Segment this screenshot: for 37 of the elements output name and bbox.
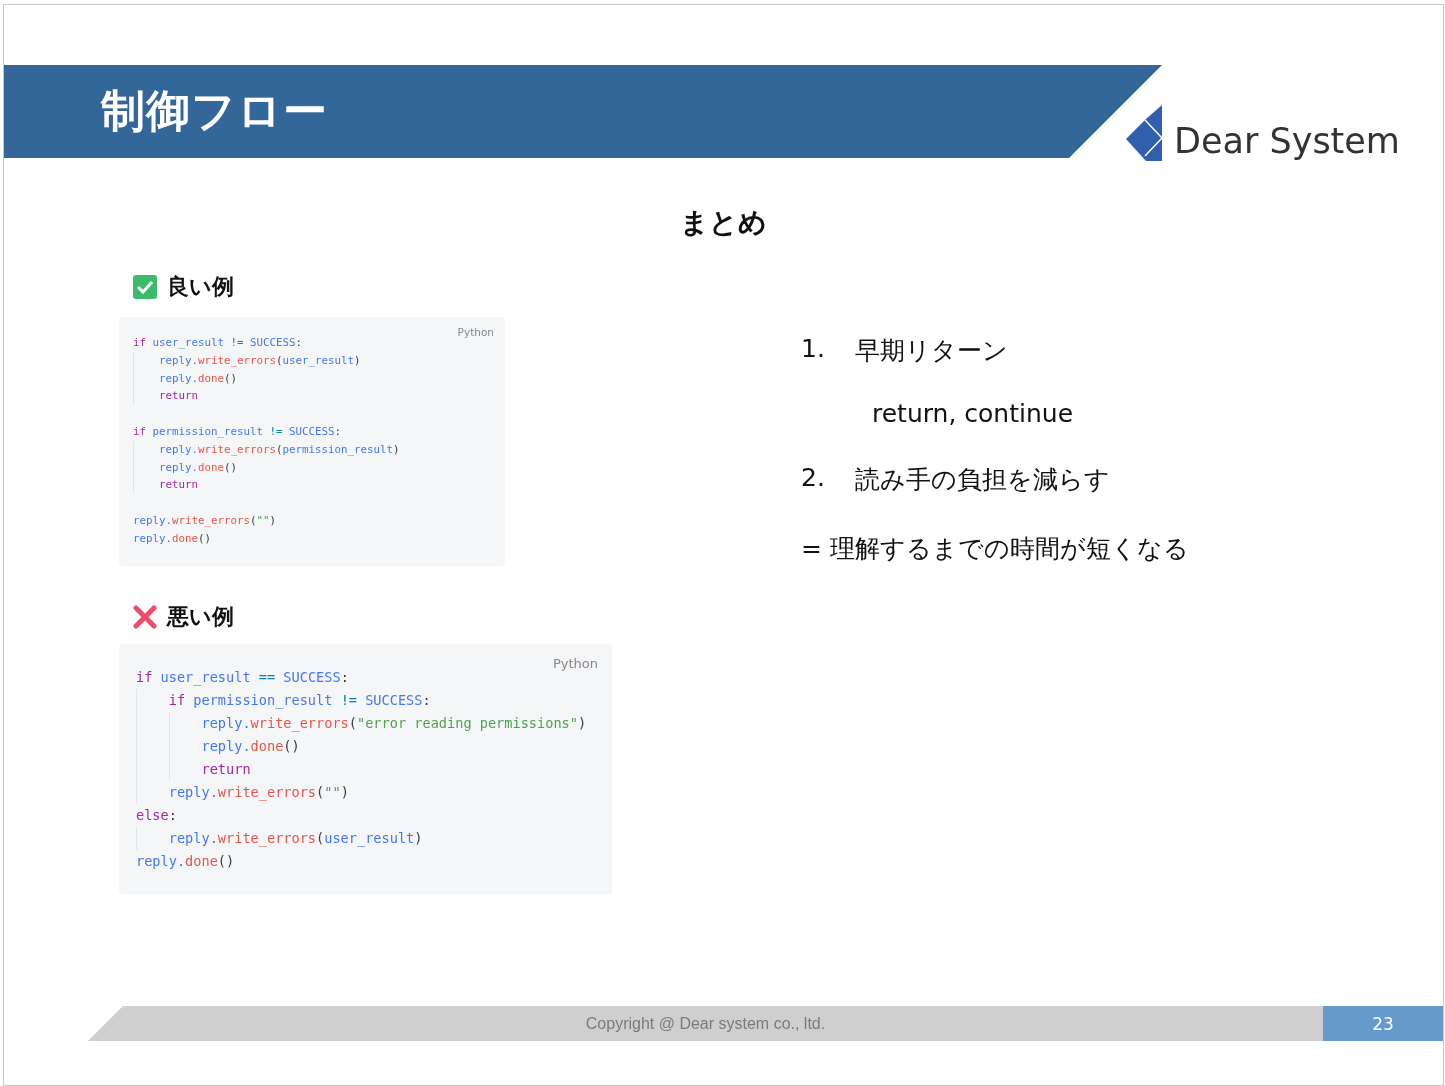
checkmark-icon: [133, 275, 157, 299]
logo-text: Dear System: [1174, 124, 1400, 159]
slide-heading: まとめ: [680, 205, 767, 241]
page-number: 23: [1323, 1006, 1443, 1041]
code-line: reply.write_errors("error reading permissions"): [201, 713, 588, 734]
list-item-text: 読み手の負担を減らす: [855, 464, 1110, 496]
code-line: return: [201, 759, 252, 779]
cross-icon: [133, 604, 157, 629]
example-label: 良い例: [167, 273, 234, 301]
code-line: reply.write_errors(permission_result): [159, 441, 401, 458]
code-line: if user_result != SUCCESS:: [133, 335, 304, 351]
code-line: reply.write_errors(user_result): [159, 352, 362, 369]
code-line: reply.write_errors(""): [168, 782, 350, 803]
copyright-text: Copyright @ Dear system co., ltd.: [585, 1014, 826, 1033]
slide-title: 制御フロー: [101, 84, 328, 138]
code-line: else:: [136, 805, 178, 825]
code-line: reply.done(): [133, 530, 213, 547]
code-line: return: [159, 388, 199, 405]
conclusion-text: = 理解するまでの時間が短くなる: [801, 533, 1189, 565]
list-item-text: 早期リターン: [855, 335, 1008, 367]
code-line: reply.done(): [201, 736, 301, 756]
code-line: if permission_result != SUCCESS:: [133, 424, 343, 440]
code-line: if permission_result != SUCCESS:: [168, 690, 432, 711]
code-line: reply.write_errors(user_result): [168, 828, 424, 849]
language-label: Python: [552, 655, 598, 672]
code-line: reply.done(): [136, 851, 236, 871]
code-line: return: [159, 477, 199, 494]
language-label: Python: [457, 326, 494, 339]
code-line: reply.done(): [159, 459, 239, 476]
code-line: reply.write_errors(""): [133, 512, 278, 529]
list-number: 2.: [801, 463, 826, 494]
list-subtext: return, continue: [872, 399, 1074, 428]
example-label: 悪い例: [167, 602, 234, 631]
diamond-logo-icon: [1126, 105, 1164, 161]
code-line: reply.done(): [159, 370, 239, 387]
code-line: if user_result == SUCCESS:: [136, 667, 350, 688]
list-number: 1.: [801, 334, 826, 365]
